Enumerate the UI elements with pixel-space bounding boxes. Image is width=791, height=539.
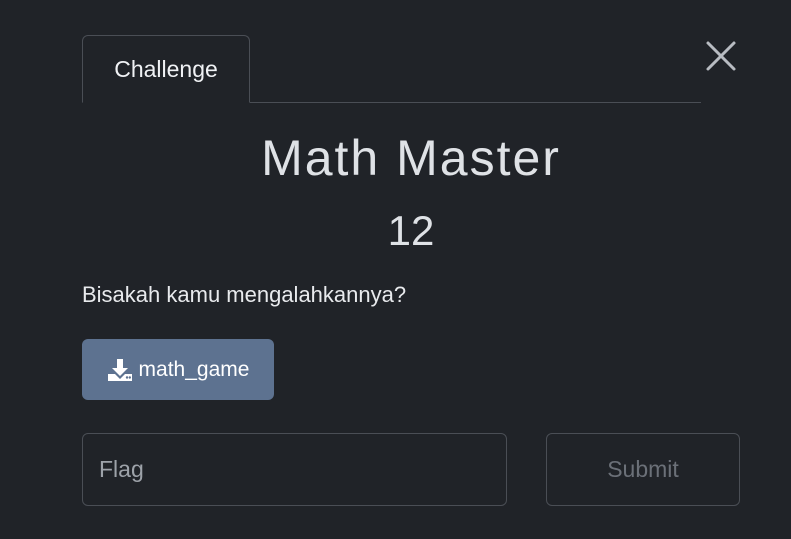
- flag-input[interactable]: [82, 433, 507, 506]
- challenge-description: Bisakah kamu mengalahkannya?: [82, 282, 407, 307]
- close-icon[interactable]: [704, 39, 738, 73]
- download-file-label: math_game: [138, 357, 250, 381]
- download-icon: [107, 358, 133, 382]
- challenge-title: Math Master: [261, 130, 561, 186]
- tab-bar: Challenge: [82, 35, 701, 103]
- tab-challenge[interactable]: Challenge: [82, 35, 250, 103]
- tab-challenge-label: Challenge: [114, 55, 218, 82]
- download-file-button[interactable]: math_game: [82, 339, 274, 400]
- submit-button[interactable]: Submit: [546, 433, 740, 506]
- challenge-modal: Challenge Math Master 12 Bisakah kamu me…: [0, 0, 791, 539]
- challenge-points: 12: [387, 207, 435, 254]
